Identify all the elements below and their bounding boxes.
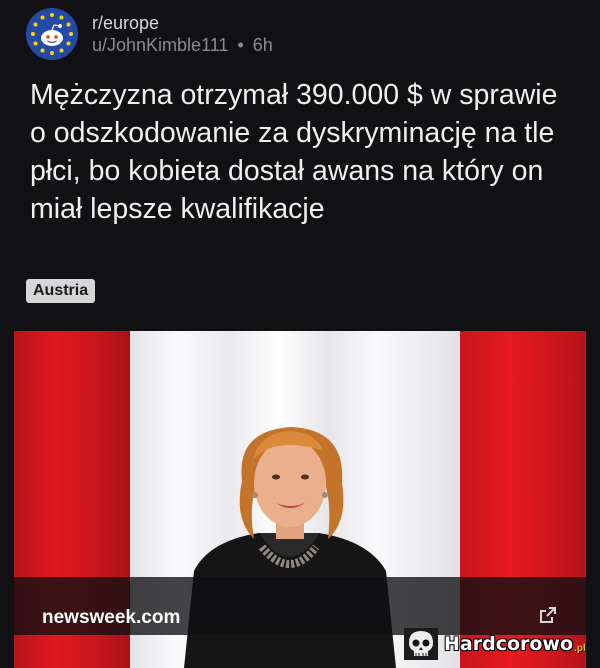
post-age: 6h — [252, 35, 273, 55]
post-title[interactable]: Mężczyzna otrzymał 390.000 $ w sprawie o… — [30, 76, 578, 228]
external-link-icon[interactable] — [538, 605, 558, 625]
post-header: r/europe u/JohnKimble111 • 6h — [26, 8, 273, 60]
subreddit-name[interactable]: r/europe — [92, 12, 273, 34]
watermark-suffix: .pl — [574, 642, 586, 654]
watermark: Hardcorowo .pl — [404, 628, 586, 660]
post-flair[interactable]: Austria — [26, 279, 96, 303]
skull-icon — [404, 628, 438, 660]
subreddit-avatar[interactable] — [26, 8, 78, 60]
meta-separator: • — [237, 35, 244, 55]
link-preview[interactable]: newsweek.com — [14, 331, 586, 668]
link-domain[interactable]: newsweek.com — [42, 607, 180, 629]
reddit-europe-icon — [26, 8, 78, 60]
author-line: u/JohnKimble111 • 6h — [92, 34, 273, 56]
author-name[interactable]: u/JohnKimble111 — [92, 35, 228, 55]
watermark-text: Hardcorowo — [444, 633, 574, 655]
